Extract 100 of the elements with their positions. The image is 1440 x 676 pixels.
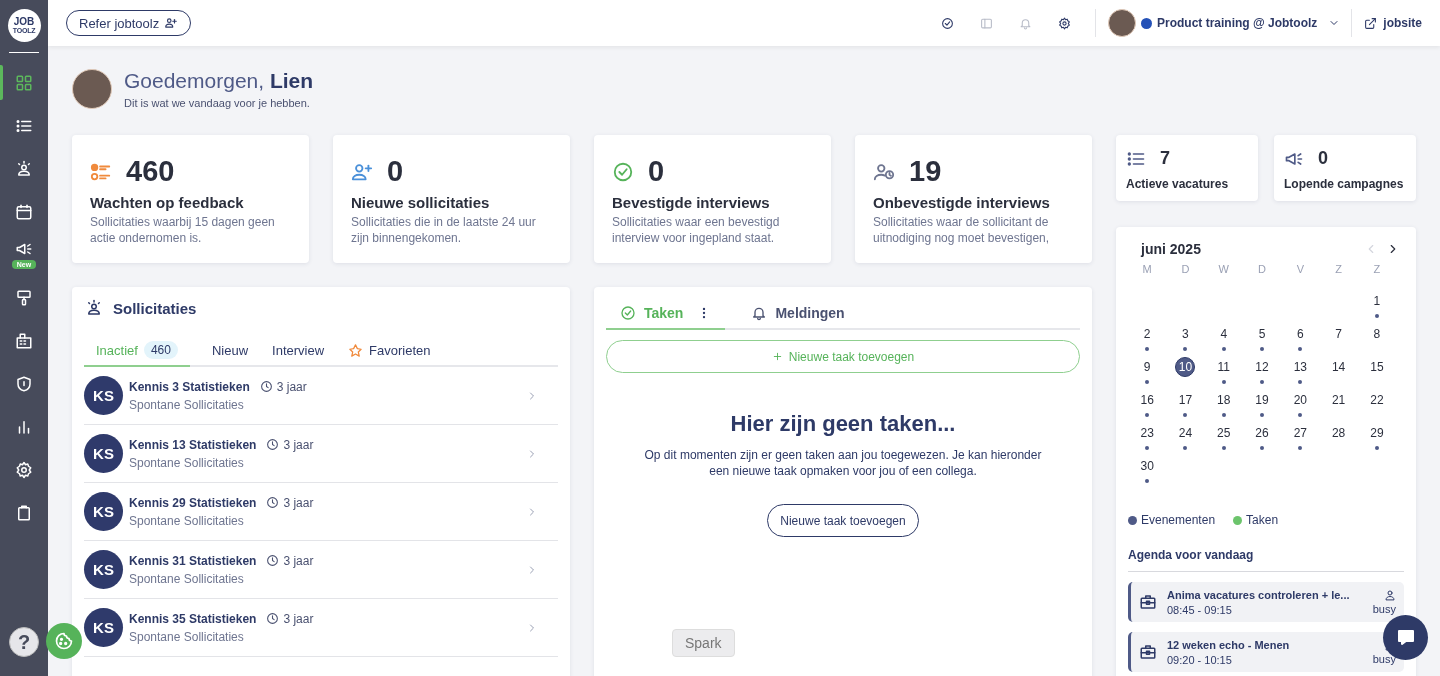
filter-tab[interactable]: Interview	[260, 335, 337, 367]
stat-value: 0	[648, 155, 665, 188]
calendar-day[interactable]: 7	[1328, 324, 1349, 344]
stat-value: 19	[909, 155, 942, 188]
clock-icon	[266, 496, 280, 509]
calendar-day[interactable]: 13	[1290, 357, 1311, 377]
application-row[interactable]: KS Kennis 29 Statistieken 3 jaar Spontane Sollicitaties	[84, 483, 558, 541]
calendar-day[interactable]: 30	[1137, 456, 1158, 476]
filter-tab[interactable]: Inactief 460	[84, 335, 190, 367]
settings-icon	[1057, 16, 1071, 30]
age-label: 3 jaar	[266, 437, 314, 452]
calendar-day[interactable]: 2	[1137, 324, 1158, 344]
calendar-day[interactable]: 1	[1366, 291, 1387, 311]
calendar-day[interactable]: 17	[1175, 390, 1196, 410]
agenda-item[interactable]: Anima vacatures controleren + le... 08:45 - 09:15 busy	[1128, 582, 1404, 622]
bell-icon	[751, 305, 768, 321]
tooltip: Spark	[672, 629, 735, 657]
calendar-day[interactable]: 23	[1137, 423, 1158, 443]
calendar-day[interactable]: 25	[1213, 423, 1234, 443]
application-row[interactable]: KS Kennis 35 Statistieken 3 jaar Spontane Sollicitaties	[84, 599, 558, 657]
calendar-day[interactable]: 15	[1366, 357, 1387, 377]
initials-avatar: KS	[84, 550, 123, 589]
calendar-day[interactable]: 5	[1252, 324, 1273, 344]
legend-label: Evenementen	[1141, 513, 1216, 527]
applicant-name: Kennis 29 Statistieken	[129, 495, 257, 510]
stat-title: Lopende campagnes	[1284, 177, 1405, 191]
calendar-day[interactable]: 4	[1213, 324, 1234, 344]
add-task-button[interactable]: Nieuwe taak toevoegen	[767, 504, 919, 537]
applicant-name: Kennis 31 Statistieken	[129, 553, 257, 568]
clock-icon	[266, 438, 280, 451]
calendar-day[interactable]: 3	[1175, 324, 1196, 344]
application-source: Spontane Sollicitaties	[129, 629, 245, 644]
application-row[interactable]: KS Kennis 3 Statistieken 3 jaar Spontane Sollicitaties	[84, 367, 558, 425]
calendar-day[interactable]: 18	[1213, 390, 1234, 410]
calendar-day[interactable]: 20	[1290, 390, 1311, 410]
panel-toggle-button[interactable]	[979, 16, 993, 30]
age-label: 3 jaar	[266, 611, 314, 626]
weekday-label: V	[1295, 263, 1305, 277]
application-source: Spontane Sollicitaties	[129, 397, 245, 412]
building-icon	[15, 331, 33, 350]
account-switcher[interactable]: Product training @ Jobtoolz	[1107, 9, 1341, 37]
calendar-day[interactable]: 29	[1366, 423, 1387, 443]
external-link-icon	[1364, 16, 1378, 30]
calendar-day[interactable]: 24	[1175, 423, 1196, 443]
application-row[interactable]: KS Kennis 31 Statistieken 3 jaar Spontane Sollicitaties	[84, 541, 558, 599]
age-label: 3 jaar	[266, 495, 314, 510]
application-source: Spontane Sollicitaties	[129, 513, 245, 528]
applicant-name: Kennis 3 Statistieken	[129, 379, 250, 394]
panel-tab[interactable]: Meldingen	[737, 301, 859, 330]
stat-description: Sollicitaties waar een bevestigd interview voor ingepland staat.	[612, 214, 781, 246]
calendar-day[interactable]: 11	[1213, 357, 1234, 377]
calendar-day[interactable]: 8	[1366, 324, 1387, 344]
filter-tab[interactable]: Nieuw	[199, 335, 261, 367]
person-icon	[85, 299, 103, 317]
help-button[interactable]: ?	[9, 627, 39, 657]
calendar-day[interactable]: 14	[1328, 357, 1349, 377]
stat-description: Sollicitaties die in de laatste 24 uur zijn binnengekomen.	[351, 214, 537, 246]
refer-button[interactable]: Refer jobtoolz	[66, 10, 192, 36]
calendar-day[interactable]: 16	[1137, 390, 1158, 410]
calendar-day[interactable]: 6	[1290, 324, 1311, 344]
jobsite-link[interactable]: jobsite	[1364, 16, 1422, 30]
calendar-day[interactable]: 21	[1328, 390, 1349, 410]
stat-value: 0	[387, 155, 404, 188]
calendar-day[interactable]: 26	[1252, 423, 1273, 443]
greeting-subtitle: Dit is wat we vandaag voor je hebben.	[124, 97, 311, 109]
application-row[interactable]: KS Kennis 13 Statistieken 3 jaar Spontane Sollicitaties	[84, 425, 558, 483]
age-label: 3 jaar	[259, 379, 307, 394]
org-icon	[1140, 17, 1152, 29]
calendar-day[interactable]: 22	[1366, 390, 1387, 410]
calendar-day[interactable]: 10	[1175, 357, 1196, 377]
calendar-icon	[15, 202, 33, 221]
stat-title: Nieuwe sollicitaties	[351, 194, 491, 211]
paint-roller-icon	[15, 288, 33, 307]
stat-title: Actieve vacatures	[1126, 177, 1230, 191]
calendar-day[interactable]: 27	[1290, 423, 1311, 443]
settings-button[interactable]	[1057, 16, 1071, 30]
filter-tab[interactable]: Favorieten	[336, 335, 443, 367]
clock-icon	[259, 380, 273, 393]
panel-icon	[979, 16, 993, 30]
calendar-day[interactable]: 19	[1252, 390, 1273, 410]
agenda-item[interactable]: 12 weken echo - Menen 09:20 - 10:15 busy	[1128, 632, 1404, 672]
calendar-day[interactable]: 12	[1252, 357, 1273, 377]
age-label: 3 jaar	[266, 553, 314, 568]
initials-avatar: KS	[84, 608, 123, 647]
star-icon	[348, 342, 364, 358]
add-person-icon	[164, 16, 179, 30]
weekday-label: D	[1180, 263, 1191, 277]
availability-status: busy	[1372, 653, 1396, 665]
greeting-title: Goedemorgen, Lien	[124, 69, 314, 93]
agenda-title-text: 12 weken echo - Menen	[1167, 638, 1291, 651]
weekday-label: Z	[1334, 263, 1343, 277]
legend-label: Taken	[1246, 513, 1279, 527]
initials-avatar: KS	[84, 376, 123, 415]
tasks-check-button[interactable]	[940, 16, 954, 30]
clock-icon	[266, 554, 280, 567]
calendar-day[interactable]: 28	[1328, 423, 1349, 443]
stat-value: 0	[1318, 148, 1328, 169]
count-badge: 460	[143, 341, 178, 359]
weekday-label: M	[1141, 263, 1153, 277]
calendar-day[interactable]: 9	[1137, 357, 1158, 377]
